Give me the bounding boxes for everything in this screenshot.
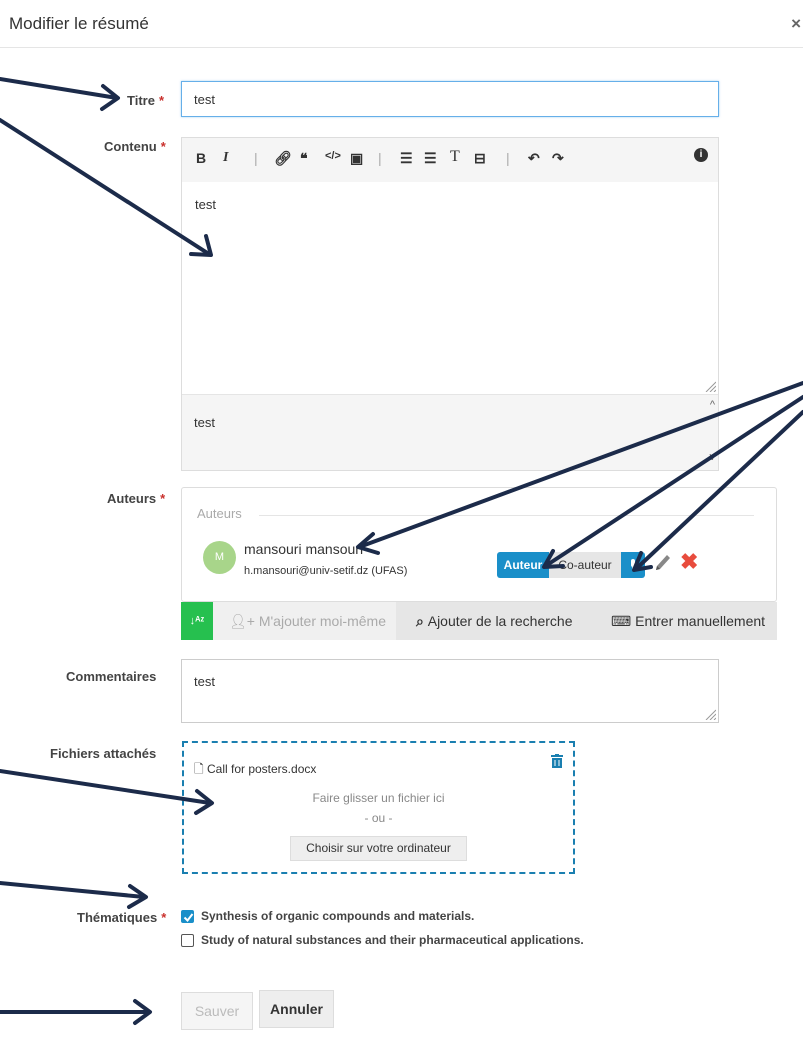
- check-icon: [183, 913, 194, 923]
- add-me-button[interactable]: 👤︎+ M'ajouter moi-même: [213, 602, 396, 640]
- legend-divider: [259, 515, 754, 516]
- choose-file-button[interactable]: Choisir sur votre ordinateur: [290, 836, 467, 861]
- themes-label: Thématiques *: [77, 910, 167, 925]
- delete-icon[interactable]: ✖: [680, 549, 698, 575]
- keyboard-icon: ⌨: [611, 613, 636, 629]
- editor-toolbar: B I | 🔗︎ ❝ </> ▣ | ☰ ☰ T ⊟ | ↶ ↷ i: [182, 138, 718, 182]
- theme-option[interactable]: Synthesis of organic compounds and mater…: [181, 909, 601, 925]
- resize-grip-icon[interactable]: [704, 708, 716, 720]
- annotation-arrow: [0, 77, 119, 100]
- pencil-icon[interactable]: [654, 553, 672, 573]
- theme-label: Synthesis of organic compounds and mater…: [201, 909, 475, 923]
- author-name: mansouri mansouri: [244, 541, 364, 557]
- comments-textarea[interactable]: test: [181, 659, 719, 723]
- bold-icon[interactable]: B: [196, 150, 206, 166]
- or-separator: - ou -: [364, 811, 393, 825]
- undo-icon[interactable]: ↶: [528, 150, 540, 167]
- scroll-up-icon[interactable]: ^: [710, 399, 715, 411]
- search-icon: ⌕: [416, 613, 428, 629]
- authors-label: Auteurs *: [107, 491, 166, 506]
- close-icon[interactable]: ×: [791, 14, 801, 34]
- theme-checkbox[interactable]: [181, 934, 194, 947]
- modal-title: Modifier le résumé: [9, 14, 149, 33]
- image-icon[interactable]: ▣: [350, 150, 363, 167]
- add-user-icon: 👤︎+: [229, 613, 259, 629]
- role-author-button[interactable]: Auteur: [497, 552, 549, 578]
- attachments-label: Fichiers attachés: [50, 746, 157, 761]
- required-mark: *: [158, 93, 164, 108]
- editor-source-text: test: [194, 415, 215, 430]
- quote-icon[interactable]: ❝: [300, 150, 308, 167]
- title-input[interactable]: test: [181, 81, 719, 117]
- theme-checkbox-checked[interactable]: [181, 910, 194, 923]
- scroll-down-icon[interactable]: v: [710, 451, 716, 463]
- toolbar-separator: |: [506, 150, 510, 166]
- info-icon[interactable]: i: [694, 148, 708, 162]
- attached-file[interactable]: 🗋︎ Call for posters.docx: [194, 760, 316, 781]
- annotation-arrow: [0, 881, 146, 899]
- content-editor[interactable]: B I | 🔗︎ ❝ </> ▣ | ☰ ☰ T ⊟ | ↶ ↷ i test …: [181, 137, 719, 471]
- toolbar-separator: |: [254, 150, 258, 166]
- editor-content[interactable]: test: [195, 197, 216, 212]
- trash-icon[interactable]: [551, 754, 563, 768]
- file-icon: 🗋︎: [194, 762, 207, 776]
- comments-label: Commentaires: [66, 669, 157, 684]
- add-search-button[interactable]: ⌕ Ajouter de la recherche: [416, 602, 573, 640]
- italic-icon[interactable]: I: [223, 150, 228, 166]
- title-input-value: test: [194, 92, 215, 107]
- enter-manual-button[interactable]: ⌨ Entrer manuellement: [611, 602, 765, 640]
- avatar: M: [203, 541, 236, 574]
- toolbar-separator: |: [378, 150, 382, 166]
- cancel-button[interactable]: Annuler: [259, 990, 334, 1028]
- redo-icon[interactable]: ↷: [552, 150, 564, 167]
- code-icon[interactable]: </>: [325, 150, 341, 162]
- presenter-button[interactable]: [621, 552, 645, 578]
- file-dropzone[interactable]: 🗋︎ Call for posters.docx Faire glisser u…: [182, 741, 575, 874]
- sort-button[interactable]: ↓ᴬᶻ: [181, 602, 213, 640]
- arrow-head: [127, 884, 148, 909]
- theme-label: Study of natural substances and their ph…: [201, 933, 584, 947]
- arrow-head: [100, 84, 120, 111]
- link-icon[interactable]: 🔗︎: [274, 150, 292, 167]
- microphone-icon: [631, 559, 635, 571]
- resize-grip-icon[interactable]: [704, 380, 716, 392]
- ordered-list-icon[interactable]: ☰: [400, 150, 413, 167]
- theme-option[interactable]: Study of natural substances and their ph…: [181, 933, 611, 949]
- heading-icon[interactable]: T: [450, 148, 460, 166]
- role-coauthor-button[interactable]: Co-auteur: [549, 552, 621, 578]
- horizontal-rule-icon[interactable]: ⊟: [474, 150, 486, 167]
- content-label: Contenu *: [104, 139, 166, 154]
- arrow-head: [133, 999, 152, 1025]
- authors-actions-bar: ↓ᴬᶻ 👤︎+ M'ajouter moi-même ⌕ Ajouter de …: [181, 602, 777, 640]
- authors-legend: Auteurs: [197, 506, 242, 521]
- comments-value: test: [194, 674, 215, 689]
- drop-hint: Faire glisser un fichier ici: [312, 791, 445, 805]
- unordered-list-icon[interactable]: ☰: [424, 150, 437, 167]
- editor-source-view[interactable]: test ^ v: [182, 394, 718, 470]
- annotation-arrow: [0, 769, 212, 805]
- save-button[interactable]: Sauver: [181, 992, 253, 1030]
- author-email: h.mansouri@univ-setif.dz (UFAS): [244, 565, 408, 577]
- title-label: Titre *: [127, 93, 164, 108]
- modal-header: Modifier le résumé ×: [0, 0, 803, 48]
- authors-box: Auteurs M mansouri mansouri h.mansouri@u…: [181, 487, 777, 602]
